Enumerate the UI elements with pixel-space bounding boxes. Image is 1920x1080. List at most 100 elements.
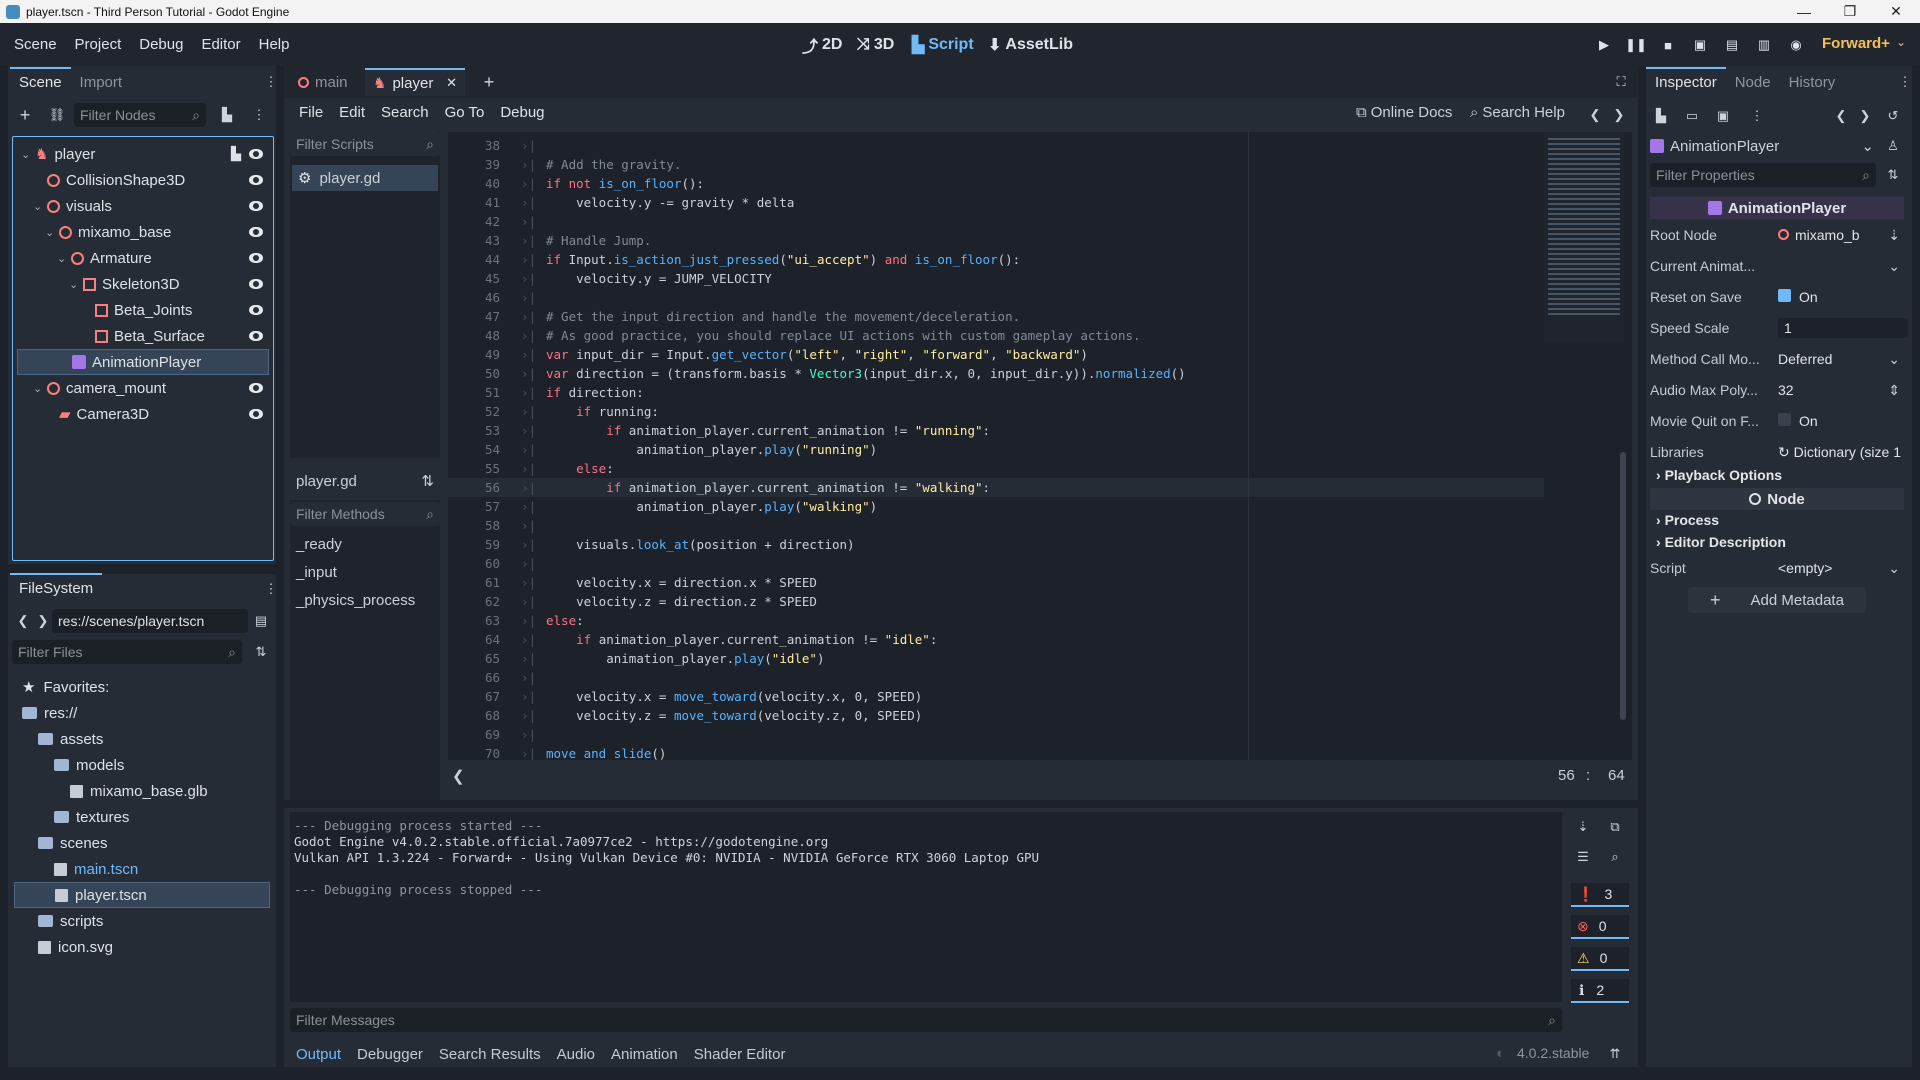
minimize-button[interactable]: — xyxy=(1782,0,1826,23)
property-value[interactable]: 1 xyxy=(1778,318,1908,338)
renderer-select[interactable]: Forward+ xyxy=(1822,35,1890,52)
kebab-menu-icon[interactable]: ⋮ xyxy=(1896,73,1914,91)
error-count[interactable]: ⊗ 0 xyxy=(1571,915,1629,939)
line-number[interactable]: 46 xyxy=(448,290,506,305)
tab-scene[interactable]: Scene xyxy=(10,67,71,96)
script-menu-edit[interactable]: Edit xyxy=(332,104,372,121)
kebab-menu-icon[interactable]: ⋮ xyxy=(262,73,280,91)
clear-log-icon[interactable]: ☰ xyxy=(1574,848,1592,866)
info-count[interactable]: ℹ2 xyxy=(1571,979,1629,1003)
tab-search-results[interactable]: Search Results xyxy=(431,1046,549,1063)
fold-gutter[interactable]: ›| xyxy=(506,575,546,590)
scene-tree-node[interactable]: Beta_Surface xyxy=(17,323,269,349)
fold-gutter[interactable]: ›| xyxy=(506,537,546,552)
object-selector[interactable]: AnimationPlayer ⌄ xyxy=(1650,134,1874,158)
scene-tree-node[interactable]: AnimationPlayer xyxy=(17,349,269,375)
object-properties-icon[interactable]: ♙ xyxy=(1884,137,1902,155)
code-line[interactable]: 66 ›| xyxy=(448,668,546,687)
script-property[interactable]: Script <empty> ⌄ xyxy=(1650,555,1908,581)
fold-gutter[interactable]: ›| xyxy=(506,727,546,742)
expand-panel-icon[interactable]: ⇈ xyxy=(1606,1045,1624,1063)
expand-arrow-icon[interactable]: ⌄ xyxy=(57,252,67,265)
line-number[interactable]: 55 xyxy=(448,461,506,476)
message-count[interactable]: ❗ 3 xyxy=(1571,883,1629,907)
new-resource-icon[interactable]: ▙ xyxy=(1652,107,1670,125)
fold-gutter[interactable]: ›| xyxy=(506,233,546,248)
inspector-property[interactable]: Movie Quit on F... On xyxy=(1650,408,1908,434)
code-line[interactable]: 57 ›| animation_player.play("walking") xyxy=(448,497,877,516)
inspector-property[interactable]: Current Animat... ⌄ xyxy=(1650,253,1908,279)
scene-tree-node[interactable]: ⌄ Skeleton3D xyxy=(17,271,269,297)
playback-options-section[interactable]: › Playback Options xyxy=(1656,467,1782,483)
link-icon[interactable]: ⛓ xyxy=(48,106,66,124)
expand-arrow-icon[interactable]: ⌄ xyxy=(33,382,43,395)
play-icon[interactable]: ▶ xyxy=(1594,35,1614,55)
fold-gutter[interactable]: ›| xyxy=(506,651,546,666)
tab-output[interactable]: Output xyxy=(288,1046,349,1063)
visibility-eye-icon[interactable] xyxy=(249,305,263,315)
method-item[interactable]: _input xyxy=(296,564,337,581)
code-line[interactable]: 48 ›| # As good practice, you should repl… xyxy=(448,326,1141,345)
property-value[interactable]: 32 xyxy=(1778,382,1888,398)
expand-arrow-icon[interactable]: ⌄ xyxy=(33,200,43,213)
inspector-property[interactable]: Reset on Save On xyxy=(1650,284,1908,310)
code-line[interactable]: 55 ›| else: xyxy=(448,459,614,478)
assign-icon[interactable]: ⇣ xyxy=(1888,227,1900,244)
expand-arrow-icon[interactable]: ⌄ xyxy=(45,226,55,239)
kebab-menu-icon[interactable]: ⋮ xyxy=(250,106,268,124)
fold-gutter[interactable]: ›| xyxy=(506,214,546,229)
fold-gutter[interactable]: ›| xyxy=(506,670,546,685)
code-line[interactable]: 67 ›| velocity.x = move_toward(velocity.… xyxy=(448,687,922,706)
code-minimap[interactable] xyxy=(1544,132,1624,342)
scene-tree-node[interactable]: ⌄ visuals xyxy=(17,193,269,219)
scene-tree-node[interactable]: ⌄ mixamo_base xyxy=(17,219,269,245)
visibility-eye-icon[interactable] xyxy=(249,149,263,159)
fold-gutter[interactable]: ›| xyxy=(506,708,546,723)
folder-item[interactable]: scenes xyxy=(14,830,270,856)
line-number[interactable]: 51 xyxy=(448,385,506,400)
code-line[interactable]: 58 ›| xyxy=(448,516,546,535)
line-number[interactable]: 38 xyxy=(448,138,506,153)
file-item[interactable]: icon.svg xyxy=(14,934,270,960)
line-number[interactable]: 39 xyxy=(448,157,506,172)
tab-debugger[interactable]: Debugger xyxy=(349,1046,431,1063)
fold-gutter[interactable]: ›| xyxy=(506,746,546,760)
sort-icon[interactable]: ⇅ xyxy=(421,472,434,490)
fold-gutter[interactable]: ›| xyxy=(506,385,546,400)
code-line[interactable]: 61 ›| velocity.x = direction.x * SPEED xyxy=(448,573,817,592)
add-metadata-button[interactable]: + Add Metadata xyxy=(1688,587,1866,613)
line-number[interactable]: 66 xyxy=(448,670,506,685)
search-icon[interactable]: ⌕ xyxy=(1606,848,1624,866)
tab-player[interactable]: ♞ player ✕ xyxy=(365,68,465,96)
property-value[interactable]: ↻ Dictionary (size 1 xyxy=(1778,444,1908,461)
filter-messages-input[interactable]: Filter Messages ⌕ xyxy=(290,1008,1562,1032)
attach-script-icon[interactable]: ▙ xyxy=(218,106,236,124)
fold-gutter[interactable]: ›| xyxy=(506,556,546,571)
script-menu-file[interactable]: File xyxy=(292,104,330,121)
code-line[interactable]: 53 ›| if animation_player.current_animat… xyxy=(448,421,990,440)
code-line[interactable]: 39 ›| # Add the gravity. xyxy=(448,155,682,174)
inspector-property[interactable]: Libraries ↻ Dictionary (size 1 xyxy=(1650,439,1908,465)
spinner-arrows-icon[interactable]: ⇕ xyxy=(1888,382,1900,399)
visibility-eye-icon[interactable] xyxy=(249,227,263,237)
forward-arrow-icon[interactable]: ❯ xyxy=(34,612,52,630)
fold-gutter[interactable]: ›| xyxy=(506,366,546,381)
folder-item[interactable]: scripts xyxy=(14,908,270,934)
fold-gutter[interactable]: ›| xyxy=(506,404,546,419)
menu-editor[interactable]: Editor xyxy=(192,36,249,53)
expand-arrow-icon[interactable]: ⌄ xyxy=(21,148,31,161)
fold-gutter[interactable]: ›| xyxy=(506,480,546,495)
script-menu-search[interactable]: Search xyxy=(374,104,436,121)
visibility-eye-icon[interactable] xyxy=(249,279,263,289)
folder-item[interactable]: models xyxy=(14,752,270,778)
property-value[interactable]: On xyxy=(1778,289,1908,305)
line-number[interactable]: 70 xyxy=(448,746,506,760)
history-forward-icon[interactable]: ❯ xyxy=(1610,106,1628,124)
inspector-property[interactable]: Method Call Mo... Deferred ⌄ xyxy=(1650,346,1908,372)
toggle-scripts-panel-icon[interactable]: ❮ xyxy=(452,767,465,785)
line-number[interactable]: 44 xyxy=(448,252,506,267)
fold-gutter[interactable]: ›| xyxy=(506,176,546,191)
copy-icon[interactable]: ⧉ xyxy=(1606,818,1624,836)
expand-arrow-icon[interactable]: ⌄ xyxy=(69,278,79,291)
fold-gutter[interactable]: ›| xyxy=(506,499,546,514)
